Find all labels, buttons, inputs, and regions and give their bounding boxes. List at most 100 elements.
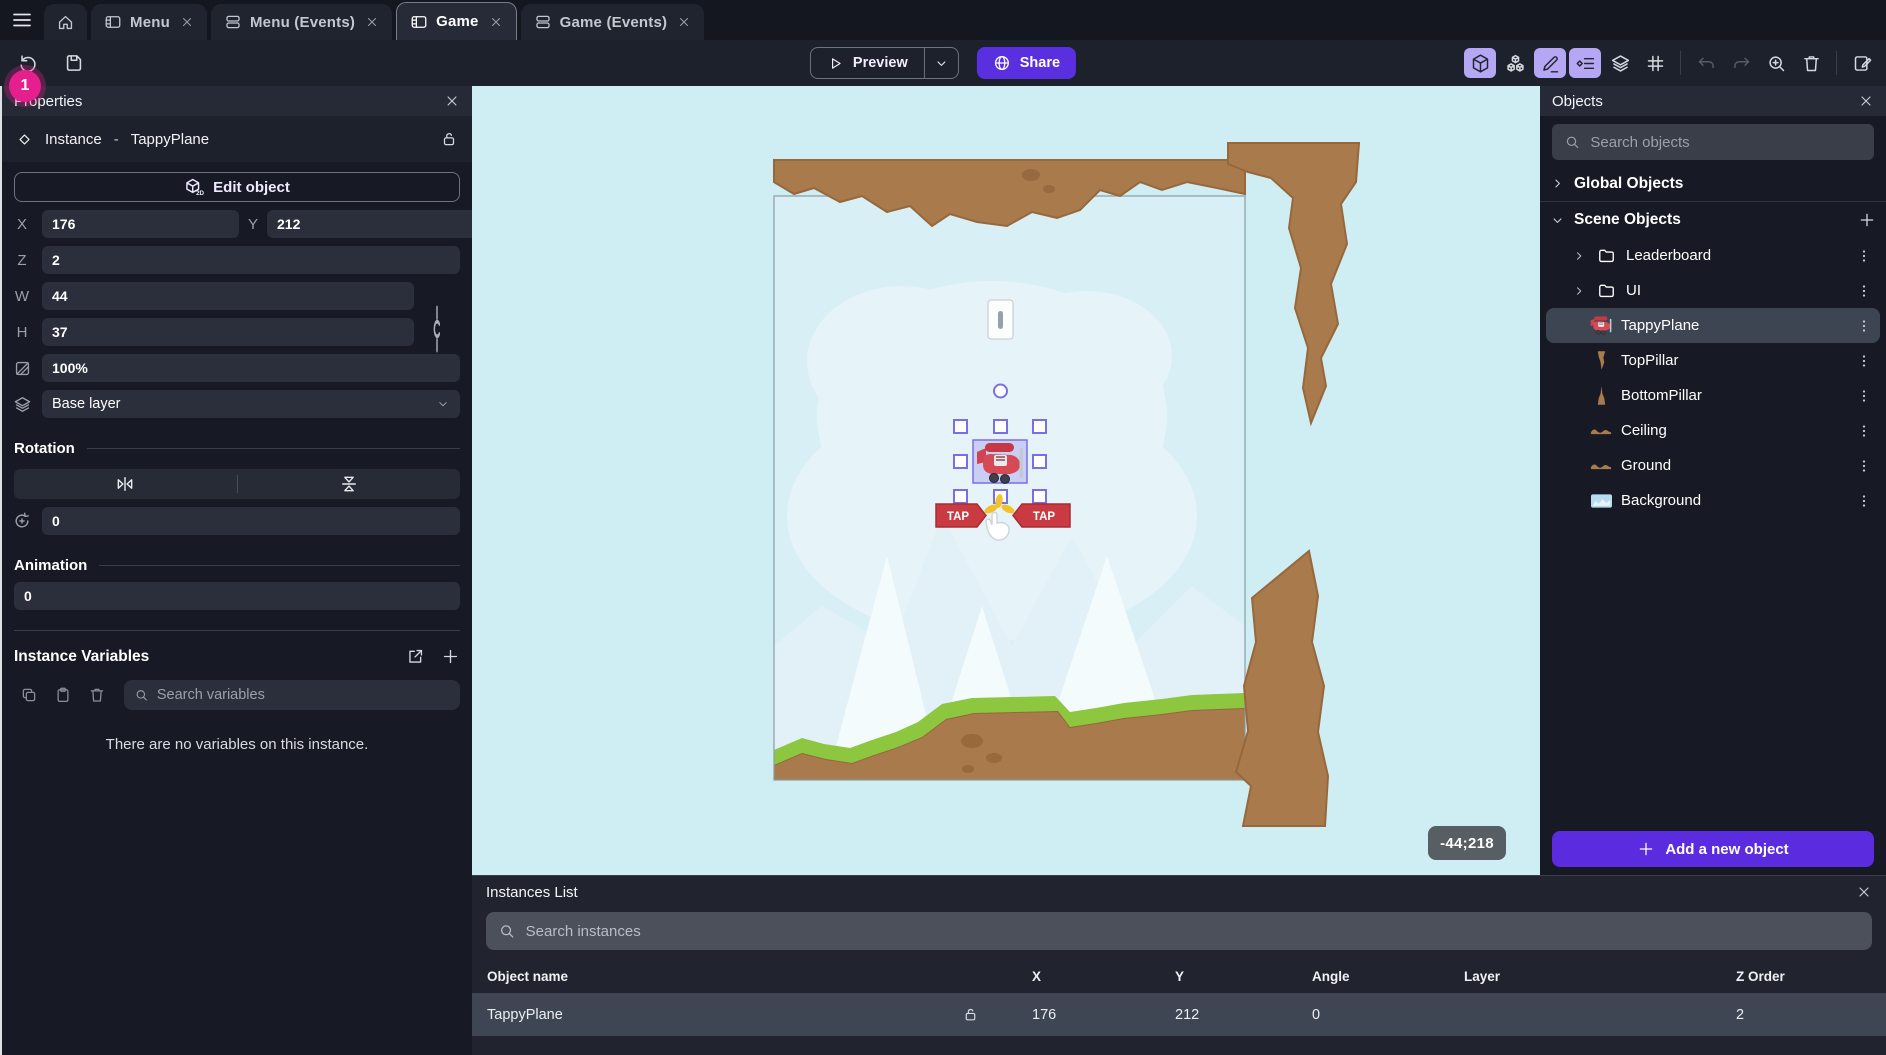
tab-label: Menu	[130, 14, 170, 31]
add-new-object-button[interactable]: Add a new object	[1552, 831, 1874, 867]
plus-icon	[441, 647, 460, 666]
close-tab-icon[interactable]	[677, 15, 691, 29]
x-field[interactable]	[42, 210, 239, 238]
delete-variable-button[interactable]	[82, 686, 112, 704]
preview-button[interactable]: Preview	[811, 48, 924, 78]
chevron-down-icon	[934, 56, 949, 71]
chevron-down-icon	[1550, 213, 1565, 228]
tab-menu-events[interactable]: Menu (Events)	[211, 4, 392, 40]
object-menu-icon[interactable]	[1856, 458, 1872, 474]
paste-variable-button[interactable]	[48, 686, 78, 704]
object-item-ceiling[interactable]: Ceiling	[1546, 413, 1880, 448]
save-project-button[interactable]	[58, 48, 90, 78]
close-objects-icon[interactable]	[1858, 93, 1874, 109]
object-menu-icon[interactable]	[1856, 388, 1872, 404]
tap-right-label: TAP	[1033, 511, 1055, 523]
tab-game-scene[interactable]: Game	[396, 2, 517, 40]
variables-search-input[interactable]	[157, 687, 450, 703]
y-field[interactable]	[267, 210, 483, 238]
edit-object-label: Edit object	[213, 179, 290, 196]
object-item-ground[interactable]: Ground	[1546, 448, 1880, 483]
row-lock-button[interactable]	[962, 1006, 1032, 1023]
opacity-icon	[2, 359, 42, 378]
lock-instance-button[interactable]	[440, 130, 458, 148]
object-menu-icon[interactable]	[1856, 423, 1872, 439]
close-properties-icon[interactable]	[444, 93, 460, 109]
object-menu-icon[interactable]	[1856, 283, 1872, 299]
preview-options-button[interactable]	[924, 48, 958, 78]
object-item-toppillar[interactable]: TopPillar	[1546, 343, 1880, 378]
main-menu-button[interactable]	[0, 0, 44, 40]
redo-button[interactable]	[1725, 48, 1757, 78]
link-dimensions-toggle[interactable]	[414, 282, 460, 310]
object-label: UI	[1626, 282, 1641, 299]
object-menu-icon[interactable]	[1856, 318, 1872, 334]
close-tab-icon[interactable]	[365, 15, 379, 29]
instance-header: Instance - TappyPlane	[2, 116, 472, 162]
instances-table-header: Object name X Y Angle Layer Z Order	[472, 960, 1886, 993]
close-instances-icon[interactable]	[1856, 884, 1872, 900]
rotation-field[interactable]	[42, 507, 460, 535]
close-tab-icon[interactable]	[489, 15, 503, 29]
add-object-icon-button[interactable]	[1858, 211, 1876, 229]
share-button[interactable]: Share	[977, 47, 1076, 79]
object-label: Background	[1621, 492, 1701, 509]
layers-panel-button[interactable]	[1604, 48, 1636, 78]
flip-vertical-button[interactable]	[238, 474, 461, 494]
zoom-button[interactable]	[1760, 48, 1792, 78]
instances-search	[486, 912, 1872, 950]
scene-canvas[interactable]: TAP TAP -44;218	[472, 86, 1540, 875]
object-item-tappyplane[interactable]: TappyPlane	[1546, 308, 1880, 343]
tappyplane-instance[interactable]	[973, 440, 1027, 484]
instance-y: 212	[1175, 1007, 1312, 1023]
width-field[interactable]	[42, 282, 414, 310]
edit-scene-properties-button[interactable]	[1846, 48, 1878, 78]
hamburger-icon	[14, 15, 30, 26]
search-icon	[1564, 133, 1580, 151]
toggle-3d-view-button[interactable]	[1464, 48, 1496, 78]
z-field[interactable]	[42, 246, 460, 274]
scene-objects-group[interactable]: Scene Objects	[1540, 202, 1886, 238]
tab-menu-scene[interactable]: Menu	[91, 4, 207, 40]
copy-icon	[20, 686, 38, 704]
column-layer: Layer	[1464, 969, 1736, 984]
tab-game-events[interactable]: Game (Events)	[521, 4, 705, 40]
grid-button[interactable]	[1639, 48, 1671, 78]
tab-home[interactable]	[44, 4, 87, 40]
instances-search-input[interactable]	[526, 923, 1860, 940]
object-item-bottompillar[interactable]: BottomPillar	[1546, 378, 1880, 413]
animation-field[interactable]	[14, 582, 460, 610]
flip-horizontal-button[interactable]	[14, 474, 237, 494]
open-variables-editor-button[interactable]	[406, 647, 425, 666]
add-variable-button[interactable]	[441, 647, 460, 666]
scene-icon	[104, 13, 122, 31]
objects-panel-button[interactable]	[1499, 48, 1531, 78]
object-folder-ui[interactable]: UI	[1546, 273, 1880, 308]
instance-properties-button[interactable]	[1569, 48, 1601, 78]
height-field[interactable]	[42, 318, 414, 346]
scene-objects-label: Scene Objects	[1574, 211, 1681, 229]
close-tab-icon[interactable]	[180, 15, 194, 29]
objects-search	[1552, 124, 1874, 160]
tab-bar: Menu Menu (Events) Game Game (Events)	[0, 0, 1886, 40]
object-folder-leaderboard[interactable]: Leaderboard	[1546, 238, 1880, 273]
edit-mode-button[interactable]	[1534, 48, 1566, 78]
object-menu-icon[interactable]	[1856, 248, 1872, 264]
objects-search-input[interactable]	[1590, 134, 1862, 151]
object-item-background[interactable]: Background	[1546, 483, 1880, 518]
instance-row-tappyplane[interactable]: TappyPlane 176 212 0 2	[472, 993, 1886, 1036]
object-menu-icon[interactable]	[1856, 493, 1872, 509]
instances-list-panel: Instances List Object name X Y Angle Lay…	[472, 875, 1886, 1055]
global-objects-group[interactable]: Global Objects	[1540, 166, 1886, 202]
rotate-icon	[2, 511, 42, 531]
object-menu-icon[interactable]	[1856, 353, 1872, 369]
copy-variable-button[interactable]	[14, 686, 44, 704]
opacity-field[interactable]	[42, 354, 460, 382]
plane-sprite-icon	[1590, 316, 1612, 335]
undo-button[interactable]	[1690, 48, 1722, 78]
objects-panel-title: Objects	[1552, 93, 1603, 110]
pillar-up-icon	[1590, 385, 1612, 406]
edit-object-button[interactable]: Edit object	[14, 172, 460, 202]
delete-button[interactable]	[1795, 48, 1827, 78]
layer-select[interactable]: Base layer	[42, 390, 460, 418]
